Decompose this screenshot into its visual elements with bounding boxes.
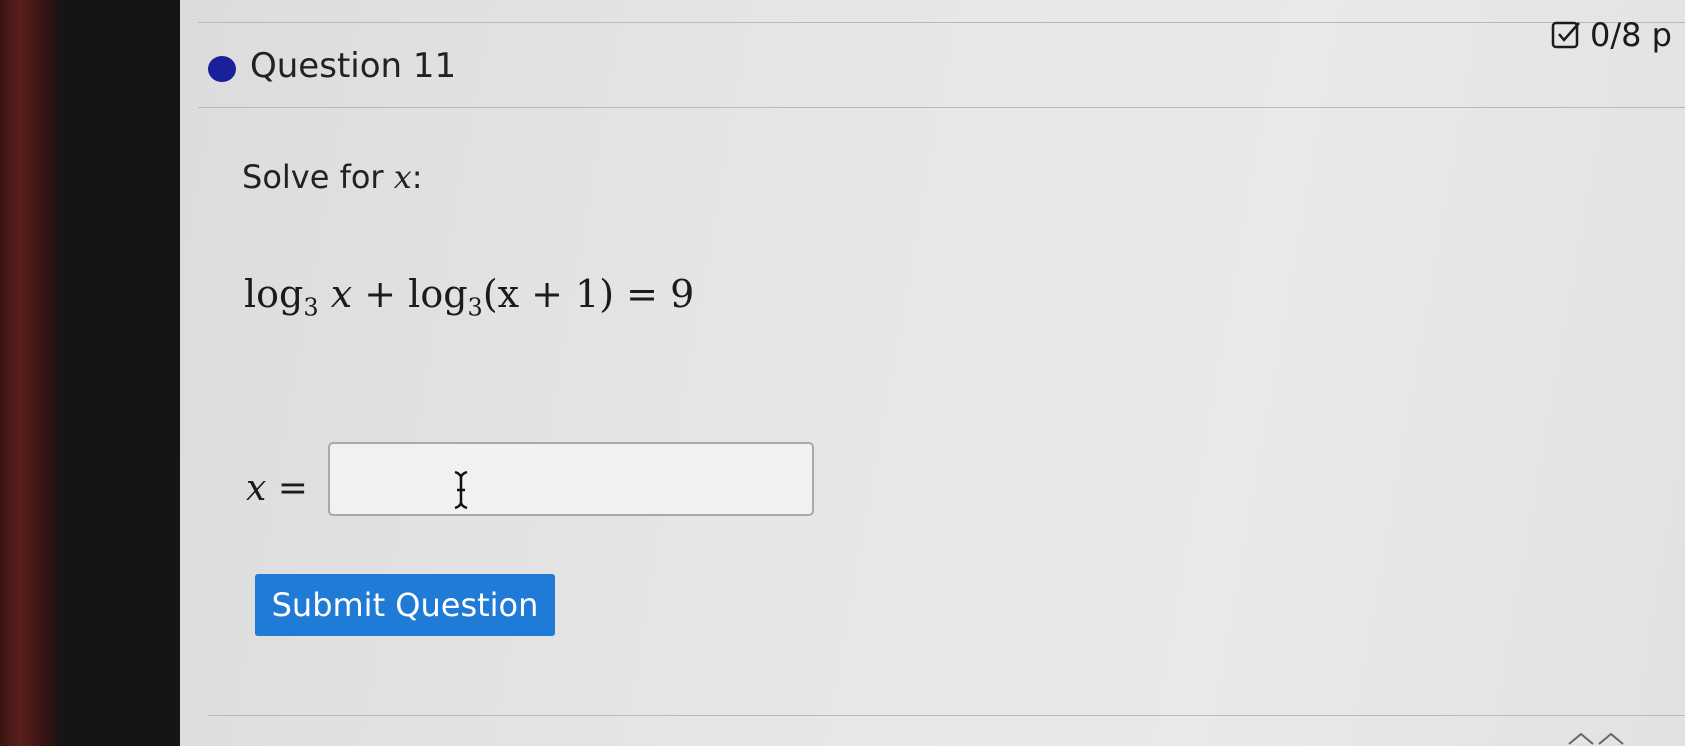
text-cursor-icon bbox=[454, 470, 468, 510]
score-text: 0/8 p bbox=[1590, 16, 1672, 54]
log-2: log bbox=[408, 272, 468, 316]
question-prompt: Solve for x: bbox=[242, 158, 423, 196]
submit-question-button[interactable]: Submit Question bbox=[255, 574, 555, 636]
partial-icon bbox=[1568, 732, 1624, 745]
answer-input[interactable] bbox=[328, 442, 814, 516]
checkbox-icon bbox=[1551, 21, 1580, 49]
log-1: log bbox=[244, 272, 304, 316]
answer-equals: = bbox=[266, 468, 308, 509]
equation-rhs: = 9 bbox=[614, 272, 695, 316]
divider-top bbox=[198, 22, 1685, 23]
monitor-bezel bbox=[58, 0, 180, 746]
prompt-prefix: Solve for bbox=[242, 158, 394, 196]
question-status-dot-icon bbox=[208, 56, 236, 82]
log-base-2: 3 bbox=[467, 293, 483, 322]
equation-variable: x bbox=[330, 272, 353, 316]
log-argument: (x + 1) bbox=[482, 272, 615, 316]
prompt-suffix: : bbox=[411, 158, 423, 196]
prompt-variable: x bbox=[393, 158, 412, 196]
divider-bottom bbox=[208, 715, 1685, 716]
background-desk bbox=[0, 0, 58, 746]
answer-variable: x bbox=[246, 468, 267, 509]
question-title: Question 11 bbox=[250, 46, 457, 86]
plus-operator: + bbox=[352, 272, 409, 316]
score-indicator: 0/8 p bbox=[1550, 16, 1672, 54]
divider-header bbox=[198, 107, 1685, 108]
log-base-1: 3 bbox=[303, 293, 319, 322]
equation: log3 x + log3(x + 1) = 9 bbox=[244, 272, 694, 322]
answer-label: x = bbox=[246, 468, 308, 509]
question-panel: Question 11 0/8 p Solve for x: log3 x + … bbox=[180, 0, 1685, 746]
